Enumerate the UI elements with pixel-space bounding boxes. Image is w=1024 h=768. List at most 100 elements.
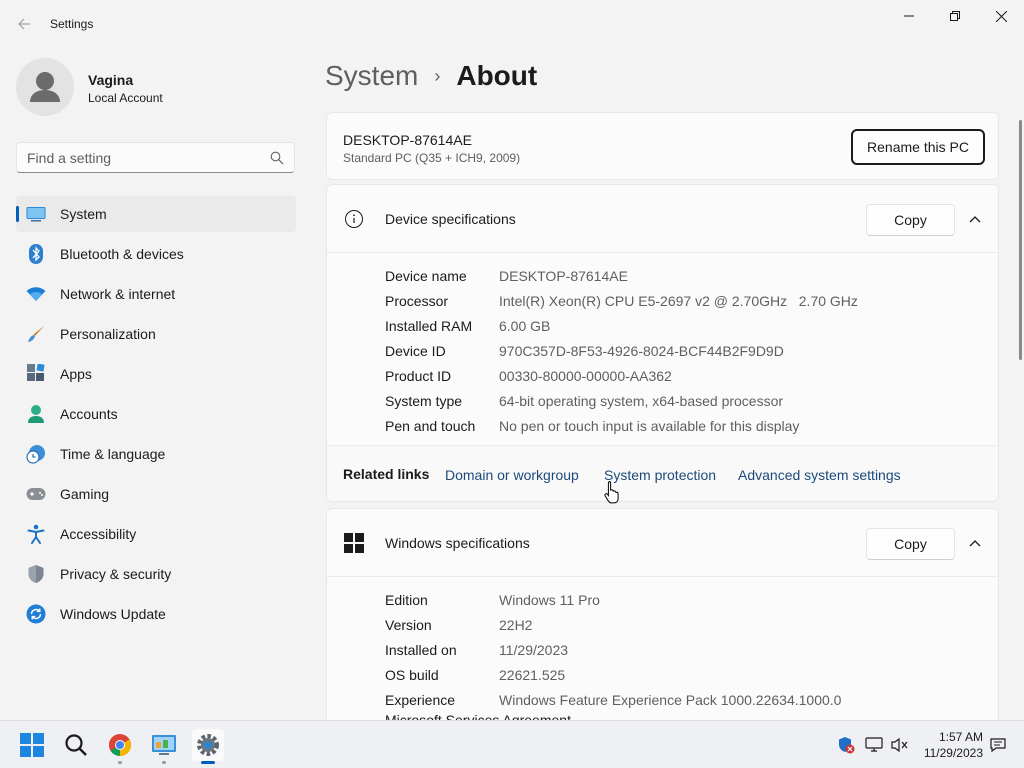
services-agreement-link[interactable]: Microsoft Services Agreement <box>385 712 571 720</box>
sidebar-item-label: Privacy & security <box>60 566 172 582</box>
sidebar-item-bluetooth[interactable]: Bluetooth & devices <box>16 236 296 272</box>
spec-row: Product ID 00330-80000-00000-AA362 <box>385 363 858 388</box>
collapse-device-specs-button[interactable] <box>963 207 987 231</box>
security-tray-button[interactable] <box>836 735 856 755</box>
chrome-icon <box>109 734 131 756</box>
settings-button[interactable] <box>192 729 224 764</box>
restore-button[interactable] <box>932 0 978 32</box>
spec-value: 970C357D-8F53-4926-8024-BCF44B2F9D9D <box>499 342 784 359</box>
domain-workgroup-link[interactable]: Domain or workgroup <box>445 467 579 483</box>
page-title: About <box>456 60 538 91</box>
spec-value: DESKTOP-87614AE <box>499 267 628 284</box>
spec-label: OS build <box>385 666 439 683</box>
brush-icon <box>26 324 46 344</box>
sidebar-item-label: Time & language <box>60 446 166 462</box>
rename-pc-button[interactable]: Rename this PC <box>851 129 985 165</box>
search-box[interactable] <box>16 142 295 173</box>
breadcrumb-parent[interactable]: System <box>325 60 418 92</box>
windows-specifications-card: Windows specifications Copy Edition Windo… <box>326 508 999 720</box>
notifications-button[interactable] <box>988 735 1008 755</box>
globe-clock-icon <box>26 444 46 464</box>
spec-value: Windows Feature Experience Pack 1000.226… <box>499 691 842 708</box>
pc-name-card: DESKTOP-87614AE Standard PC (Q35 + ICH9,… <box>326 112 999 180</box>
copy-windows-specs-button[interactable]: Copy <box>866 528 955 560</box>
spec-row: Edition Windows 11 Pro <box>385 587 841 612</box>
start-icon <box>20 733 44 757</box>
advanced-system-settings-link[interactable]: Advanced system settings <box>738 467 901 483</box>
spec-label: Installed RAM <box>385 317 473 334</box>
sidebar-nav: System Bluetooth & devices Network & int… <box>16 196 296 636</box>
volume-tray-button[interactable] <box>890 735 910 755</box>
section-title: Device specifications <box>385 211 516 227</box>
sidebar-item-label: Accounts <box>60 406 118 422</box>
gamepad-icon <box>26 484 46 504</box>
back-arrow-icon <box>18 18 30 30</box>
related-links: Related links Domain or workgroup System… <box>327 445 998 501</box>
clock-date: 11/29/2023 <box>923 746 983 760</box>
clock[interactable]: 1:57 AM 11/29/2023 <box>915 729 983 761</box>
start-button[interactable] <box>16 729 48 761</box>
sidebar-item-apps[interactable]: Apps <box>16 356 296 392</box>
related-links-label: Related links <box>343 466 430 482</box>
chevron-up-icon <box>969 540 981 547</box>
windows-specifications-header[interactable]: Windows specifications Copy <box>327 509 998 577</box>
sidebar-item-accessibility[interactable]: Accessibility <box>16 516 296 552</box>
control-panel-button[interactable] <box>148 729 180 764</box>
spec-label: System type <box>385 392 463 409</box>
spec-value: 22621.525 <box>499 666 566 683</box>
device-specifications-header[interactable]: Device specifications Copy <box>327 185 998 253</box>
breadcrumb: System › About <box>325 58 537 94</box>
spec-value: 64-bit operating system, x64-based proce… <box>499 392 784 409</box>
sidebar-item-privacy[interactable]: Privacy & security <box>16 556 296 592</box>
running-indicator <box>162 761 166 764</box>
sidebar-item-gaming[interactable]: Gaming <box>16 476 296 512</box>
spec-row: Experience Windows Feature Experience Pac… <box>385 687 841 712</box>
spec-value: 00330-80000-00000-AA362 <box>499 367 672 384</box>
spec-value: 22H2 <box>499 616 533 633</box>
spec-value: Windows 11 Pro <box>499 591 600 608</box>
back-button[interactable] <box>12 10 36 38</box>
update-icon <box>26 604 46 624</box>
active-indicator <box>201 761 215 764</box>
taskbar-search-button[interactable] <box>60 729 92 761</box>
network-icon <box>865 737 883 752</box>
spec-label: Pen and touch <box>385 417 476 434</box>
spec-row: Installed RAM 6.00 GB <box>385 313 858 338</box>
sidebar-item-personalization[interactable]: Personalization <box>16 316 296 352</box>
minimize-button[interactable] <box>886 0 932 32</box>
user-profile[interactable]: Vagina Local Account <box>16 58 296 116</box>
sidebar-item-system[interactable]: System <box>16 196 296 232</box>
close-button[interactable] <box>978 0 1024 32</box>
info-icon <box>345 210 363 228</box>
sidebar-item-accounts[interactable]: Accounts <box>16 396 296 432</box>
spec-row: Version 22H2 <box>385 612 841 637</box>
sidebar-item-time-language[interactable]: Time & language <box>16 436 296 472</box>
spec-label: Device name <box>385 267 467 284</box>
search-input[interactable] <box>27 150 257 166</box>
hand-cursor-icon <box>604 481 619 504</box>
user-name: Vagina <box>88 72 134 88</box>
chrome-button[interactable] <box>104 729 136 764</box>
system-protection-link[interactable]: System protection <box>604 467 716 483</box>
monitor-icon <box>26 204 46 224</box>
taskbar: 1:57 AM 11/29/2023 <box>0 720 1024 768</box>
pc-model: Standard PC (Q35 + ICH9, 2009) <box>343 151 521 165</box>
scrollbar[interactable] <box>1019 120 1022 360</box>
minimize-icon <box>904 15 914 17</box>
copy-device-specs-button[interactable]: Copy <box>866 204 955 236</box>
sidebar-item-network[interactable]: Network & internet <box>16 276 296 312</box>
spec-value: 6.00 GB <box>499 317 551 334</box>
device-specifications-card: Device specifications Copy Device name DE… <box>326 184 999 502</box>
defender-warning-icon <box>839 737 855 754</box>
shield-icon <box>26 564 46 584</box>
sidebar-item-windows-update[interactable]: Windows Update <box>16 596 296 632</box>
spec-value: 11/29/2023 <box>499 641 569 658</box>
spec-label: Experience <box>385 691 456 708</box>
sidebar-item-label: Apps <box>60 366 92 382</box>
sidebar-item-label: Gaming <box>60 486 110 502</box>
spec-value: Intel(R) Xeon(R) CPU E5-2697 v2 @ 2.70GH… <box>499 292 858 309</box>
sidebar-item-label: Bluetooth & devices <box>60 246 184 262</box>
accessibility-icon <box>26 524 46 544</box>
collapse-windows-specs-button[interactable] <box>963 531 987 555</box>
network-tray-button[interactable] <box>864 735 884 755</box>
